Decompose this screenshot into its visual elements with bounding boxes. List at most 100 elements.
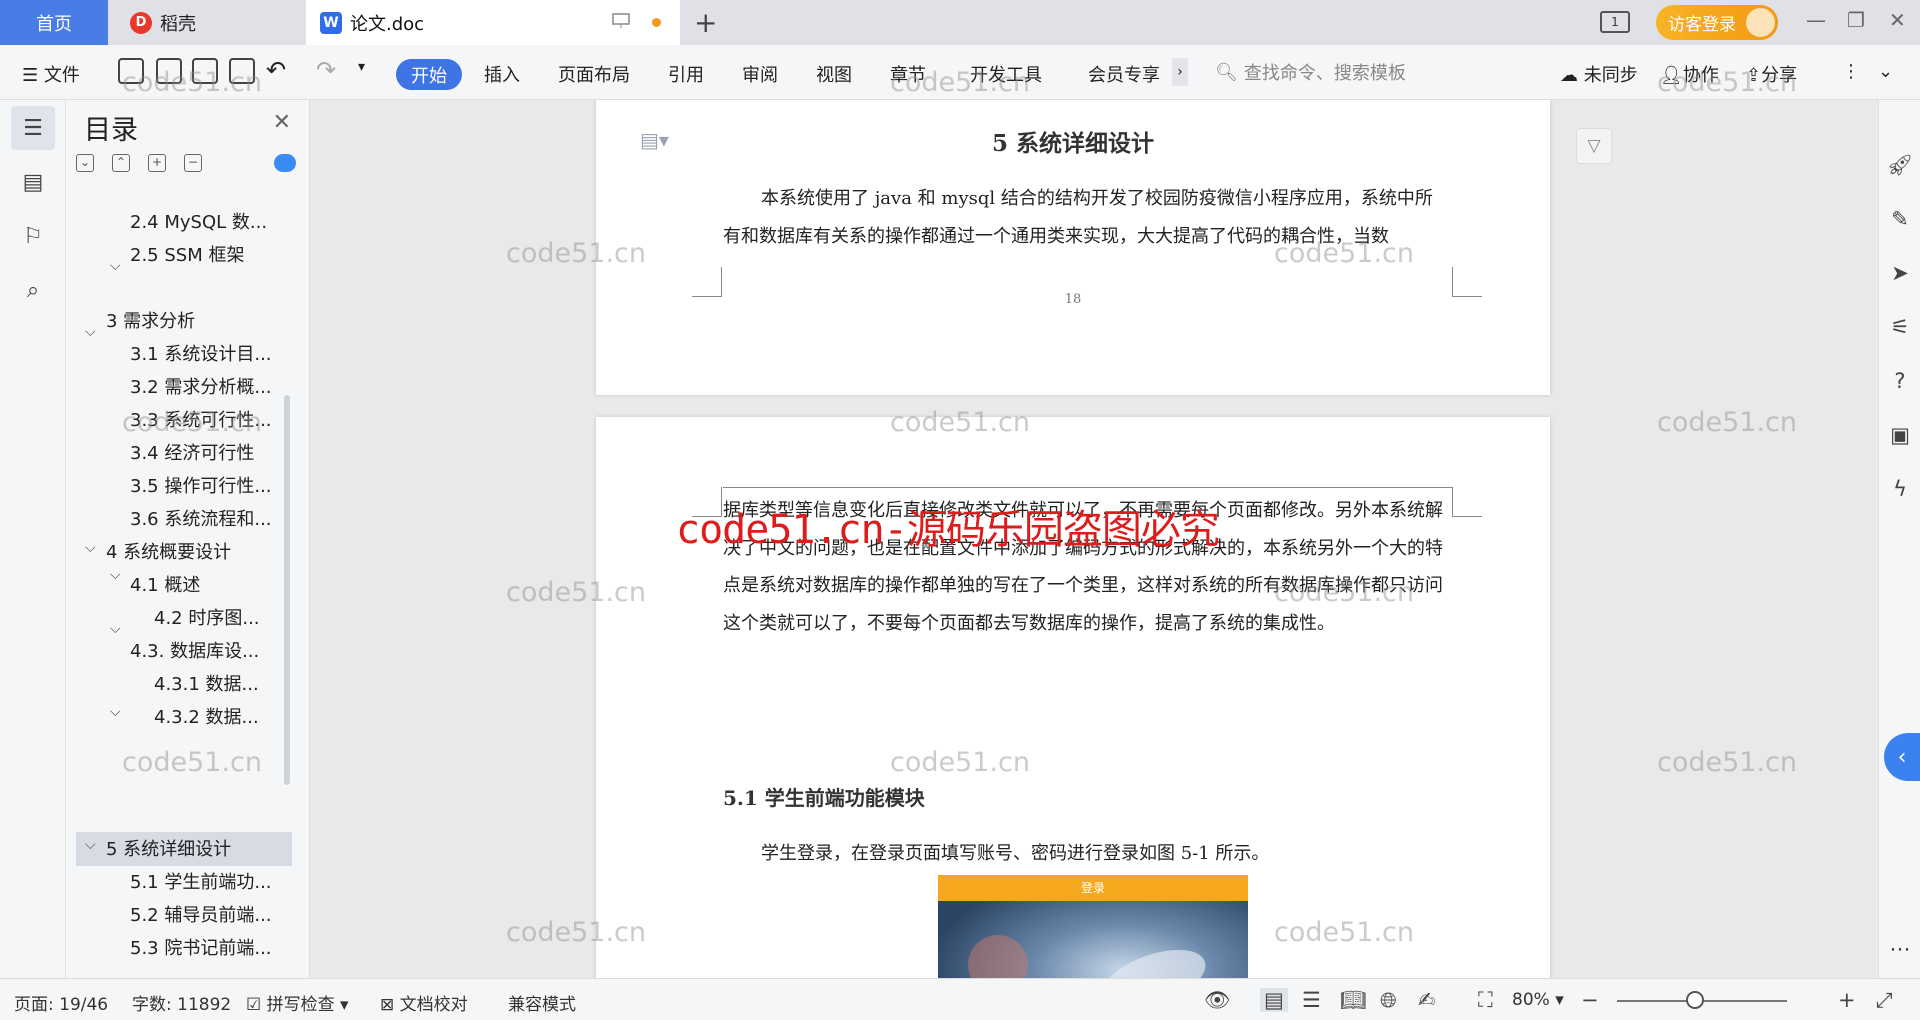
image-tool-icon[interactable]: ▣ bbox=[1887, 422, 1913, 448]
page-view-icon[interactable]: ▤ bbox=[1260, 988, 1288, 1012]
new-tab-button[interactable]: + bbox=[694, 6, 717, 39]
toc-item[interactable]: 5.1 学生前端功... bbox=[130, 868, 280, 897]
chevron-down-icon[interactable]: ⌵ bbox=[110, 567, 121, 583]
toc-item[interactable]: 4 系统概要设计 bbox=[106, 538, 276, 567]
zoom-slider-thumb[interactable] bbox=[1686, 991, 1704, 1009]
spell-check-button[interactable]: ☑ 拼写检查 ▾ bbox=[246, 990, 349, 1015]
filter-icon[interactable]: ▽ bbox=[1576, 128, 1612, 164]
toc-item[interactable]: 3.2 需求分析概... bbox=[130, 373, 280, 402]
zoom-out-icon[interactable]: − bbox=[1581, 988, 1599, 1012]
navigation-icon[interactable]: ▤ bbox=[11, 160, 55, 204]
expand-up-icon[interactable]: ⌃ bbox=[112, 154, 130, 172]
search-input[interactable]: 查找命令、搜索模板 bbox=[1244, 59, 1406, 85]
write-view-icon[interactable]: ✍︎ bbox=[1418, 988, 1436, 1012]
pen-icon[interactable]: ✎ bbox=[1887, 206, 1913, 232]
ai-assistant-icon[interactable] bbox=[274, 154, 296, 172]
tab-references[interactable]: 引用 bbox=[668, 61, 704, 87]
reading-view-icon[interactable]: 📖︎ bbox=[1340, 988, 1367, 1013]
toc-icon[interactable]: ☰ bbox=[11, 106, 55, 150]
minimize-icon[interactable]: — bbox=[1806, 8, 1826, 32]
ribbon-more-icon[interactable]: › bbox=[1172, 58, 1188, 86]
header-rule bbox=[723, 487, 1452, 488]
toc-item[interactable]: 3.5 操作可行性... bbox=[130, 472, 280, 501]
watermark: code51.cn bbox=[890, 747, 1031, 778]
tab-docer[interactable]: D 稻壳 bbox=[110, 0, 300, 45]
toc-item[interactable]: 4.3. 数据库设... bbox=[130, 637, 280, 666]
chevron-down-icon[interactable]: ⌵ bbox=[110, 621, 121, 637]
chapter-heading: 5 系统详细设计 bbox=[991, 130, 1154, 157]
collapse-ribbon-icon[interactable]: ⌄ bbox=[1878, 61, 1893, 82]
watermark: code51.cn bbox=[1274, 238, 1415, 269]
outline-view-icon[interactable]: ☰ bbox=[1302, 988, 1321, 1012]
chevron-down-icon[interactable]: ⌵ bbox=[85, 837, 96, 853]
layout-icon[interactable]: 1 bbox=[1600, 11, 1630, 33]
file-menu-button[interactable]: ☰ 文件 bbox=[22, 61, 80, 87]
watermark: code51.cn bbox=[1657, 67, 1798, 98]
eye-protect-icon[interactable]: 👁︎ bbox=[1204, 988, 1231, 1013]
tab-review[interactable]: 审阅 bbox=[742, 61, 778, 87]
undo-icon[interactable]: ↶ bbox=[266, 56, 286, 84]
lightning-icon[interactable]: ϟ bbox=[1887, 476, 1913, 502]
close-icon[interactable]: ✕ bbox=[1889, 8, 1906, 32]
fit-page-icon[interactable]: ⛶ bbox=[1478, 988, 1493, 1013]
rocket-icon[interactable]: 🚀︎ bbox=[1887, 152, 1914, 178]
zoom-level-dropdown[interactable]: 80% ▾ bbox=[1512, 990, 1564, 1010]
chevron-down-icon[interactable]: ⌵ bbox=[110, 704, 121, 720]
help-icon[interactable]: ? bbox=[1887, 368, 1913, 394]
toc-item-active[interactable]: 5 系统详细设计 bbox=[106, 835, 276, 864]
redo-icon[interactable]: ↷ bbox=[316, 56, 336, 84]
toc-item[interactable]: 5.2 辅导员前端... bbox=[130, 901, 280, 930]
add-heading-icon[interactable]: + bbox=[148, 154, 166, 172]
web-view-icon[interactable]: 🌐︎ bbox=[1380, 988, 1397, 1013]
quick-access-dropdown-icon[interactable]: ▾ bbox=[358, 59, 365, 75]
fullscreen-icon[interactable]: ⤢ bbox=[1876, 988, 1893, 1013]
visitor-login-button[interactable]: 访客登录 bbox=[1656, 5, 1778, 40]
tab-view[interactable]: 视图 bbox=[816, 61, 852, 87]
toc-item[interactable]: 4.3.2 数据... bbox=[154, 703, 282, 732]
chevron-down-icon[interactable]: ⌵ bbox=[85, 324, 96, 340]
tab-start[interactable]: 开始 bbox=[396, 59, 462, 90]
sync-status-button[interactable]: ☁ 未同步 bbox=[1560, 61, 1638, 87]
toc-item[interactable]: 4.2 时序图... bbox=[154, 604, 282, 633]
chevron-down-icon[interactable]: ⌵ bbox=[110, 258, 121, 274]
tab-home[interactable]: 首页 bbox=[0, 0, 108, 45]
word-count[interactable]: 字数: 11892 bbox=[132, 990, 231, 1015]
login-screenshot-figure[interactable]: 登录 bbox=[938, 875, 1248, 978]
status-bar: 页面: 19/46 字数: 11892 ☑ 拼写检查 ▾ ⊠ 文档校对 兼容模式… bbox=[0, 978, 1920, 1020]
toc-item[interactable]: 3 需求分析 bbox=[106, 307, 276, 336]
toc-item[interactable]: 3.6 系统流程和... bbox=[130, 505, 280, 534]
tab-document[interactable]: W 论文.doc bbox=[306, 0, 680, 45]
more-menu-icon[interactable]: ⋮ bbox=[1842, 61, 1860, 82]
monitor-icon[interactable] bbox=[612, 13, 630, 34]
command-search[interactable]: 🔍︎ 查找命令、搜索模板 bbox=[1215, 59, 1406, 85]
cursor-icon[interactable]: ➤ bbox=[1887, 260, 1913, 286]
bookmark-icon[interactable]: ⚐ bbox=[11, 214, 55, 258]
docer-logo-icon: D bbox=[130, 11, 152, 34]
toc-scrollbar[interactable] bbox=[284, 395, 290, 785]
chevron-down-icon[interactable]: ⌵ bbox=[85, 540, 96, 556]
tab-page-layout[interactable]: 页面布局 bbox=[558, 61, 630, 87]
toc-item[interactable]: 4.1 概述 bbox=[130, 571, 280, 600]
toc-item[interactable]: 2.4 MySQL 数... bbox=[130, 208, 280, 237]
watermark: code51.cn bbox=[506, 917, 647, 948]
toc-item[interactable]: 3.1 系统设计目... bbox=[130, 340, 280, 369]
restore-icon[interactable]: ❐ bbox=[1847, 8, 1865, 32]
doc-proof-button[interactable]: ⊠ 文档校对 bbox=[380, 990, 468, 1015]
page-indicator[interactable]: 页面: 19/46 bbox=[14, 990, 108, 1015]
tab-insert[interactable]: 插入 bbox=[484, 61, 520, 87]
toc-item[interactable]: 3.4 经济可行性 bbox=[130, 439, 280, 468]
toc-item[interactable]: 2.5 SSM 框架 bbox=[130, 241, 280, 270]
collapse-all-icon[interactable]: ⌄ bbox=[76, 154, 94, 172]
close-icon[interactable]: ✕ bbox=[273, 110, 291, 135]
settings-sliders-icon[interactable]: ⚟ bbox=[1887, 314, 1913, 340]
more-icon[interactable]: ⋯ bbox=[1887, 936, 1913, 962]
search-icon[interactable]: ⌕ bbox=[11, 268, 55, 312]
toc-item[interactable]: 5.3 院书记前端... bbox=[130, 934, 280, 963]
watermark: code51.cn bbox=[1274, 577, 1415, 608]
figure-decoration bbox=[968, 935, 1028, 978]
tab-member[interactable]: 会员专享 bbox=[1088, 61, 1160, 87]
figure-title-bar: 登录 bbox=[938, 875, 1248, 901]
toc-item[interactable]: 4.3.1 数据... bbox=[154, 670, 282, 699]
remove-heading-icon[interactable]: − bbox=[184, 154, 202, 172]
zoom-in-icon[interactable]: + bbox=[1838, 988, 1856, 1012]
